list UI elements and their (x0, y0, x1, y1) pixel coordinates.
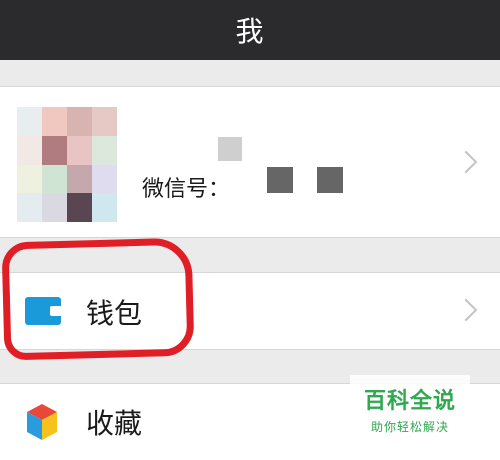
wallet-icon (25, 297, 61, 325)
chevron-right-icon (454, 150, 478, 174)
wechat-id-mosaic (317, 167, 343, 193)
top-bar: 我 (0, 0, 500, 60)
wechat-id-label: 微信号： (142, 177, 231, 202)
watermark-title: 百科全说 (363, 389, 456, 414)
chevron-right-icon (454, 298, 478, 322)
favorites-cube-icon (27, 404, 57, 440)
nickname-mosaic (218, 137, 242, 161)
profile-card[interactable]: 微信号： (0, 86, 500, 238)
wechat-id-mosaic (267, 167, 293, 193)
wallet-label: 钱包 (86, 297, 143, 330)
watermark-logo: 百科全说 助你轻松解决 (350, 375, 470, 439)
menu-item-wallet[interactable]: 钱包 (0, 272, 500, 350)
avatar[interactable] (17, 107, 117, 222)
favorites-label: 收藏 (86, 407, 143, 440)
page-title: 我 (235, 15, 265, 48)
watermark-subtitle: 助你轻松解决 (370, 420, 449, 434)
